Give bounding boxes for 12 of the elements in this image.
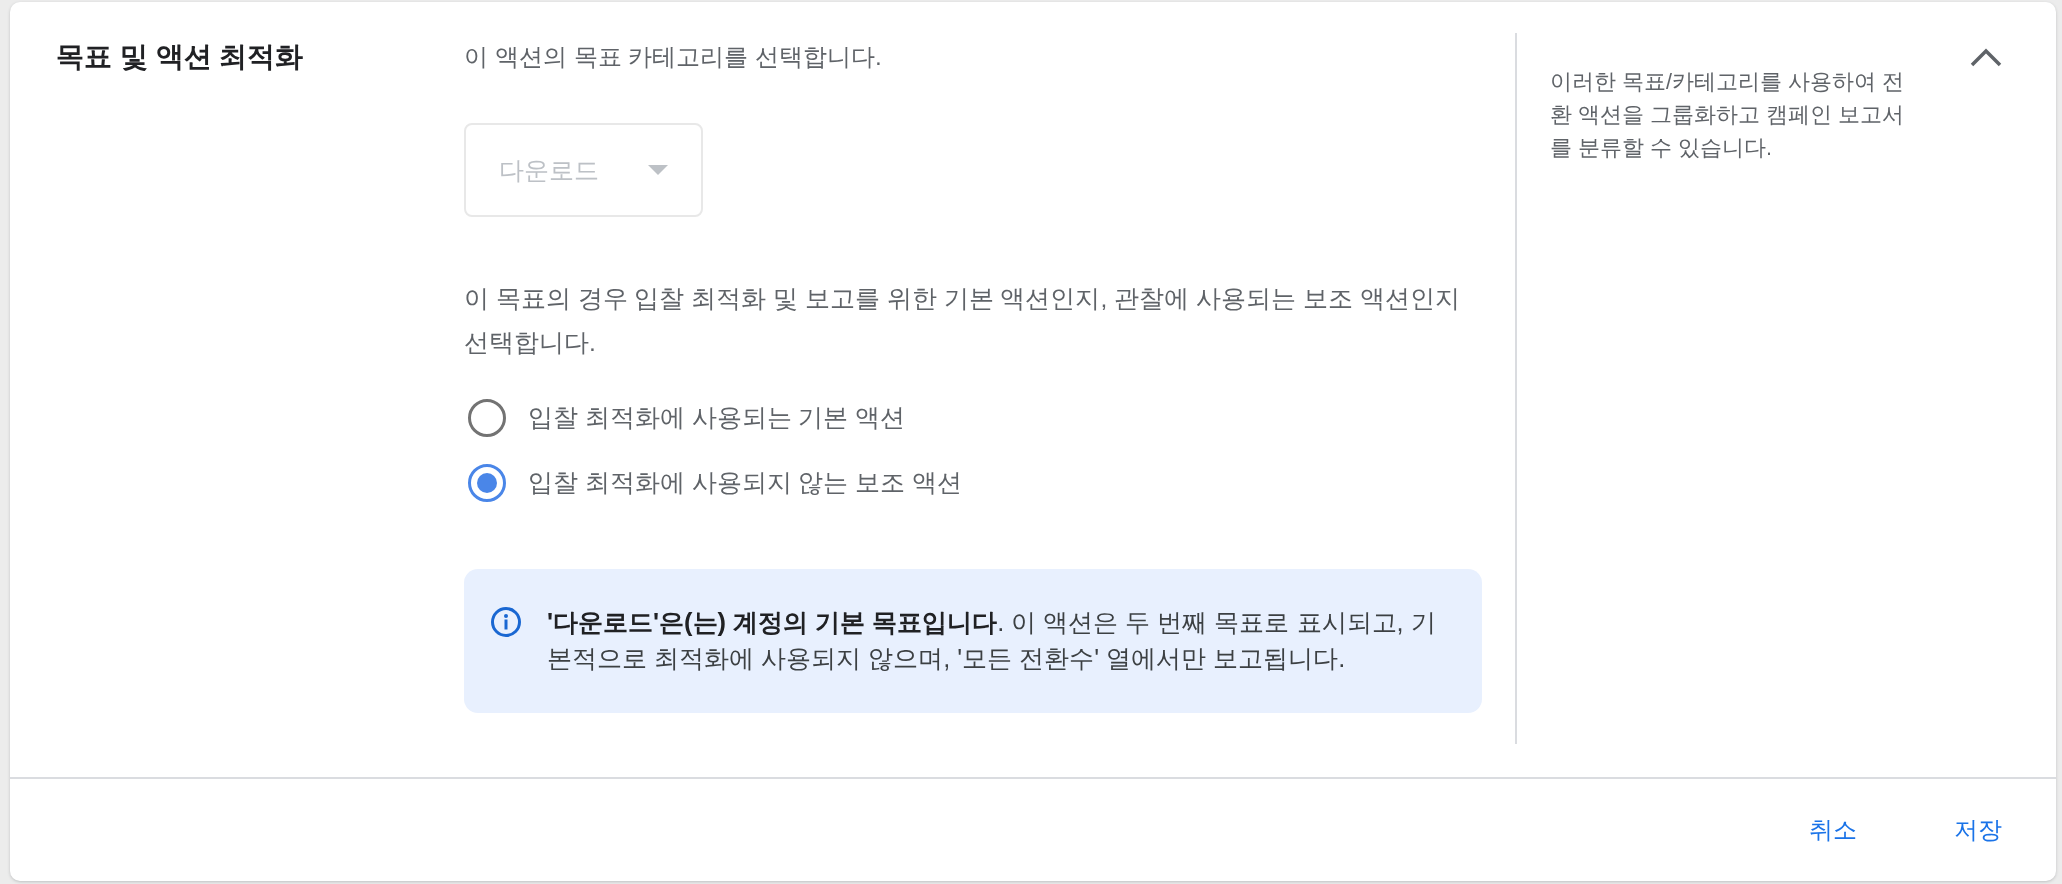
radio-label[interactable]: 입찰 최적화에 사용되지 않는 보조 액션 xyxy=(528,466,963,500)
action-type-prompt: 이 목표의 경우 입찰 최적화 및 보고를 위한 기본 액션인지, 관찰에 사용되는 보조 액션인지 선택합니다. xyxy=(464,284,1461,358)
radio-button[interactable] xyxy=(468,464,506,502)
chevron-up-icon[interactable] xyxy=(1970,47,2002,67)
category-prompt: 이 액션의 목표 카테고리를 선택합니다. xyxy=(464,42,882,72)
info-message: '다운로드'은(는) 계정의 기본 목표입니다. 이 액션은 두 번째 목표로 표시되고, 기본적으로 최적화에 사용되지 않으며, '모든 전환수' 열에서만 보고됩니다. xyxy=(547,607,1437,674)
help-text: 이러한 목표/카테고리를 사용하여 전환 액션을 그룹화하고 캠페인 보고서를 분류할 수 있습니다. xyxy=(1550,69,1905,162)
info-icon xyxy=(491,607,521,637)
radio-button[interactable] xyxy=(468,399,506,437)
caret-icon xyxy=(648,165,668,175)
section-title: 목표 및 액션 최적화 xyxy=(56,40,305,74)
radio-label[interactable]: 입찰 최적화에 사용되는 기본 액션 xyxy=(528,401,906,435)
